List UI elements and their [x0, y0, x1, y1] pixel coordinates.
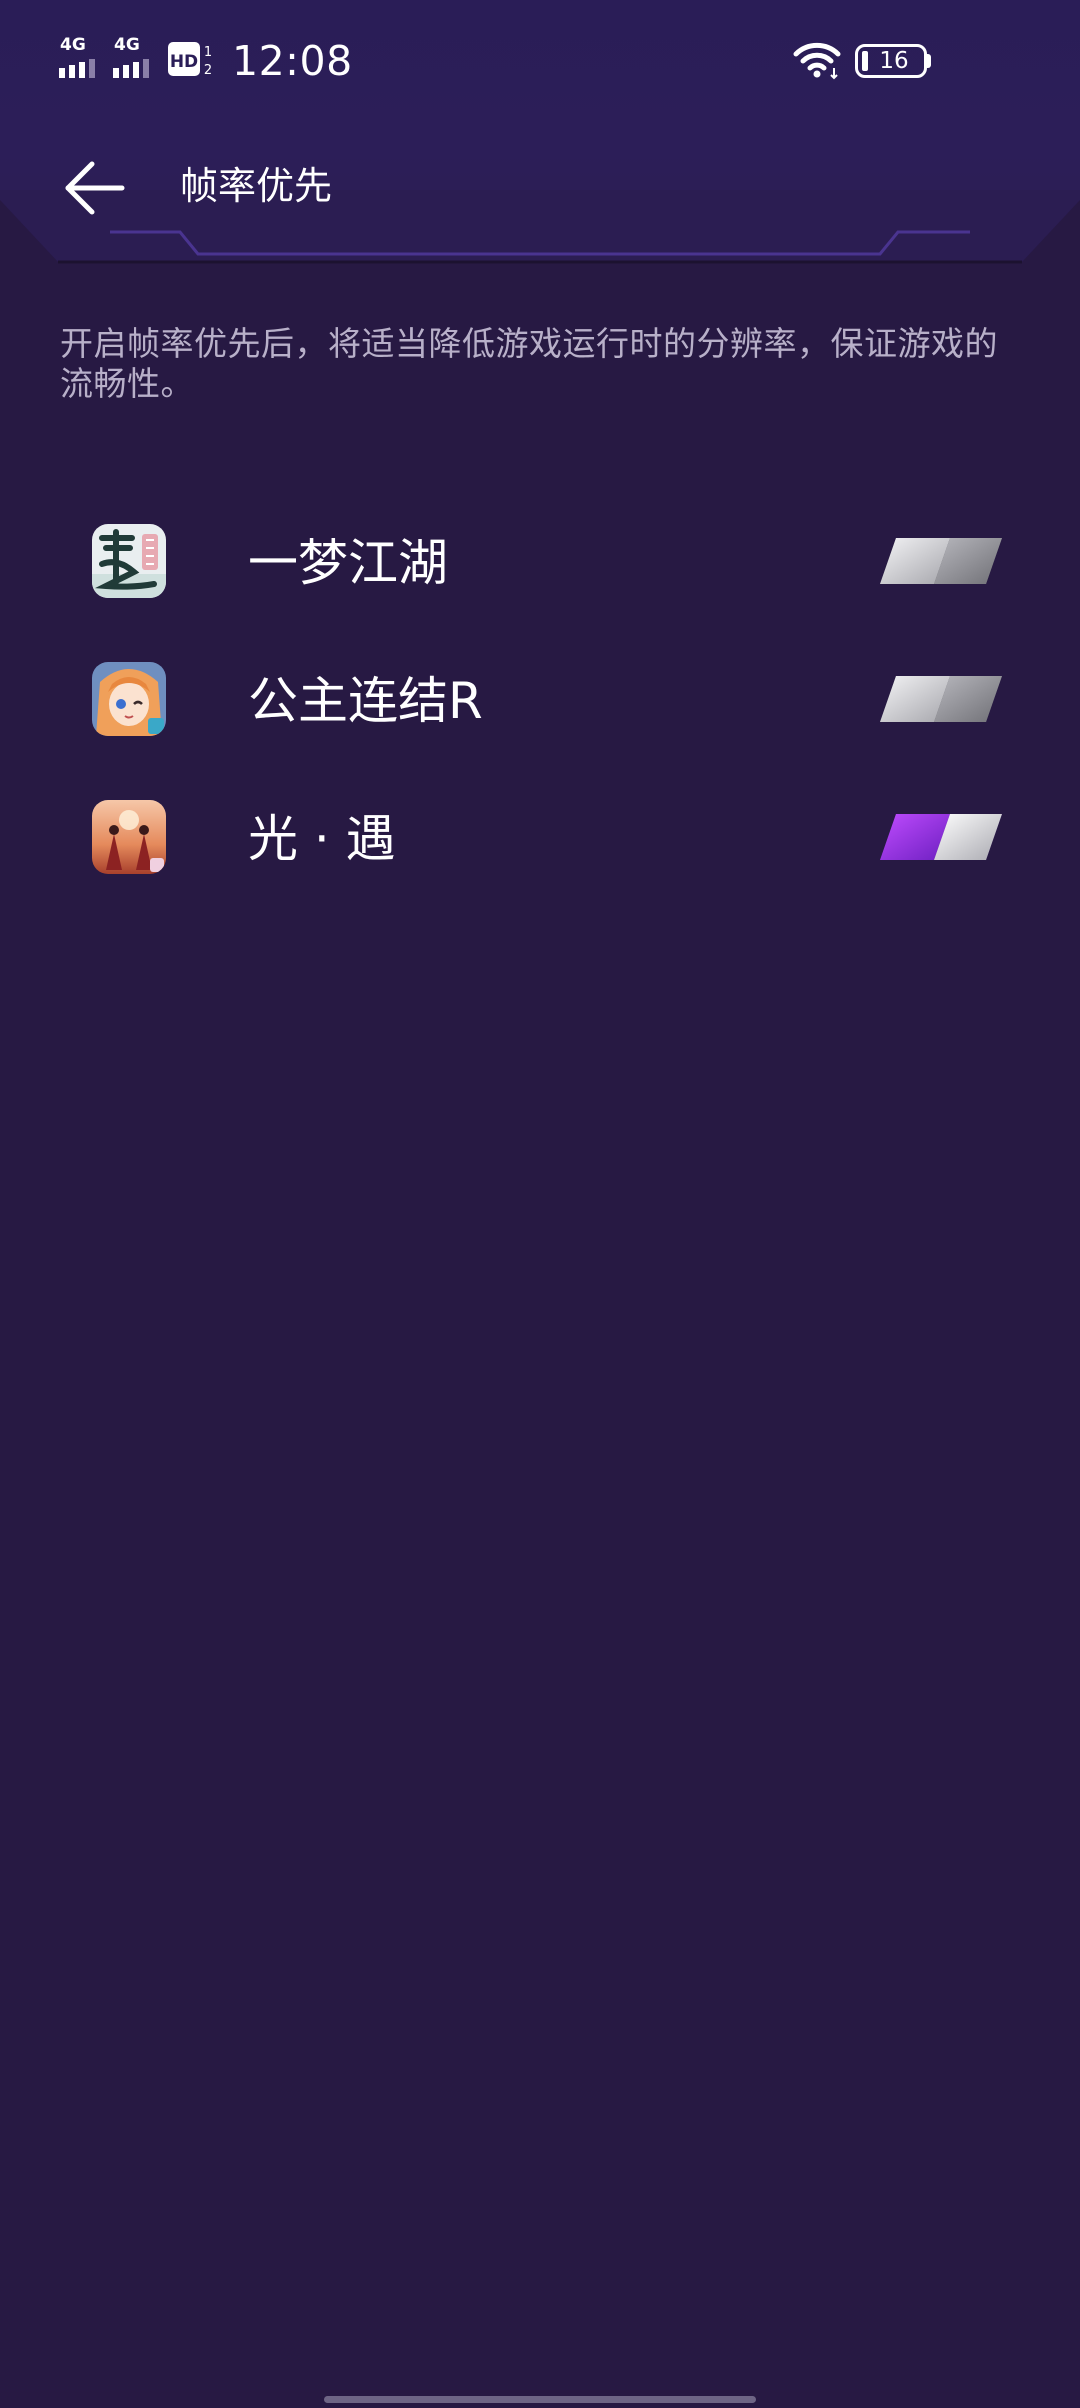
- sim1-signal-icon: 4G: [58, 36, 106, 78]
- hd-label: HD: [170, 52, 198, 72]
- sim2-signal-icon: 4G: [112, 36, 160, 78]
- game-row-sky: 光 · 遇: [0, 774, 1080, 904]
- battery-tip: [926, 54, 931, 68]
- status-bar: 4G 4G HD 1 2 12:08 16: [0, 0, 1080, 120]
- frame-rate-toggle-sky[interactable]: [878, 810, 1004, 864]
- gesture-bar[interactable]: [324, 2396, 756, 2403]
- game-name: 公主连结R: [248, 672, 483, 730]
- wifi-icon: [793, 42, 841, 80]
- back-arrow-icon: [65, 161, 125, 215]
- back-button[interactable]: [56, 150, 136, 222]
- hd-voice-icon: HD 1 2: [168, 42, 212, 76]
- svg-text:1: 1: [204, 45, 212, 60]
- battery-level: 16: [879, 48, 909, 74]
- game-name: 一梦江湖: [248, 534, 448, 592]
- status-clock: 12:08: [232, 37, 353, 85]
- game-row-princess-connect: 公主连结R: [0, 636, 1080, 766]
- frame-rate-priority-screen: 4G 4G HD 1 2 12:08 16 帧率优先 开启帧率优先后，将适当降低…: [0, 0, 1080, 2408]
- sim2-network-type: 4G: [114, 35, 140, 55]
- battery-icon: 16: [855, 44, 927, 78]
- princess-connect-app-icon: [92, 662, 166, 736]
- page-title: 帧率优先: [180, 164, 333, 208]
- header-decoration: [0, 190, 1080, 270]
- feature-description: 开启帧率优先后，将适当降低游戏运行时的分辨率，保证游戏的流畅性。: [60, 324, 998, 403]
- game-row-yimeng-jianghu: 一梦江湖: [0, 498, 1080, 628]
- sim1-network-type: 4G: [60, 35, 86, 55]
- frame-rate-toggle-princess-connect[interactable]: [878, 672, 1004, 726]
- sky-children-of-light-app-icon: [92, 800, 166, 874]
- yimeng-jianghu-app-icon: [92, 524, 166, 598]
- game-name: 光 · 遇: [248, 810, 396, 868]
- frame-rate-toggle-yimeng-jianghu[interactable]: [878, 534, 1004, 588]
- svg-text:2: 2: [204, 63, 212, 76]
